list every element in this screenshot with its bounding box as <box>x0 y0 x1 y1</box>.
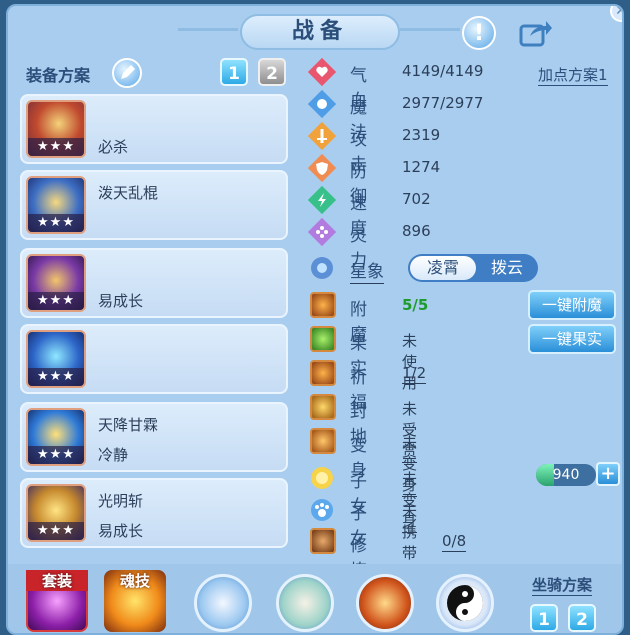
edit-pencil-icon[interactable] <box>112 58 142 88</box>
equipment-slot-4[interactable]: ★★★ <box>20 324 288 394</box>
enchant-icon <box>310 292 336 318</box>
equip-plan-tab-1[interactable]: 1 <box>220 58 248 86</box>
spirit-icon <box>308 218 336 246</box>
attr-value-speed: 702 <box>402 190 431 208</box>
star-rating: ★★★ <box>28 446 84 464</box>
child-sun-icon <box>311 467 333 489</box>
mount-plan-tab-2[interactable]: 2 <box>568 604 596 632</box>
child-energy-value: 940 <box>552 467 580 483</box>
equipment-slot-1[interactable]: ★★★ 必杀 <box>20 94 288 164</box>
star-rating: ★★★ <box>28 368 84 386</box>
feature-value-enchant: 5/5 <box>402 296 429 314</box>
fist-skill-icon[interactable] <box>194 574 252 632</box>
help-icon[interactable]: ! <box>462 16 496 50</box>
battle-prep-panel: 战备 ! ✕ 装备方案 1 2 ★★★ 必杀 ★★★ 泼天乱棍 ★★★ 易成长 … <box>6 4 624 635</box>
equipment-plan-label: 装备方案 <box>26 66 91 85</box>
close-icon[interactable]: ✕ <box>610 6 622 22</box>
attr-value-mp: 2977/2977 <box>402 94 484 112</box>
star-sign-toggle[interactable]: 凌霄 拨云 <box>408 254 538 282</box>
add-point-plan-link[interactable]: 加点方案1 <box>538 64 608 86</box>
equipment-attr-3: 易成长 <box>98 292 144 310</box>
equip-plan-tab-2[interactable]: 2 <box>258 58 286 86</box>
one-click-enchant-button[interactable]: 一键附魔 <box>528 290 616 320</box>
tower-skill-icon[interactable] <box>356 574 414 632</box>
yin-yang-skill-icon[interactable] <box>436 574 494 632</box>
star-rating: ★★★ <box>28 522 84 540</box>
equipment-icon-2: ★★★ <box>26 176 86 234</box>
equipment-slot-2[interactable]: ★★★ 泼天乱棍 <box>20 170 288 240</box>
star-sign-icon <box>311 257 333 279</box>
mount-plan-tab-1[interactable]: 1 <box>530 604 558 632</box>
equipment-icon-6: ★★★ <box>26 484 86 542</box>
equipment-attr-5: 冷静 <box>98 446 129 464</box>
feature-value-cultivation[interactable]: 0/8 <box>442 532 467 552</box>
equipment-icon-4: ★★★ <box>26 330 86 388</box>
transform-icon <box>310 428 336 454</box>
equipment-slot-3[interactable]: ★★★ 易成长 <box>20 248 288 318</box>
heart-icon <box>308 58 336 86</box>
feature-value-blessing[interactable]: 1/2 <box>402 364 427 384</box>
panel-title: 战备 <box>240 14 400 50</box>
suit-label: 套装 <box>26 570 88 591</box>
fief-icon <box>310 394 336 420</box>
equipment-slot-6[interactable]: ★★★ 光明斩 易成长 <box>20 478 288 548</box>
mount-plan-label[interactable]: 坐骑方案 <box>532 574 593 596</box>
feature-value-child-2[interactable]: 未携带 <box>402 500 418 565</box>
equipment-attr-6: 易成长 <box>98 522 144 540</box>
paw-icon <box>311 499 333 521</box>
attr-value-defense: 1274 <box>402 158 441 176</box>
cultivation-icon <box>310 528 336 554</box>
equipment-icon-1: ★★★ <box>26 100 86 158</box>
equipment-slot-5[interactable]: ★★★ 天降甘霖 冷静 <box>20 402 288 472</box>
attr-value-spirit: 896 <box>402 222 431 240</box>
one-click-fruit-button[interactable]: 一键果实 <box>528 324 616 354</box>
lightning-icon <box>308 186 336 214</box>
child-energy-plus-button[interactable]: + <box>596 462 620 486</box>
star-sign-option-active[interactable]: 凌霄 <box>410 256 476 280</box>
star-sign-label[interactable]: 星象 <box>350 257 384 284</box>
title-ornament-right <box>400 28 460 31</box>
equipment-icon-5: ★★★ <box>26 408 86 466</box>
equipment-attr-1: 必杀 <box>98 138 129 156</box>
equipment-title-2: 泼天乱棍 <box>98 184 159 202</box>
equipment-title-5: 天降甘霖 <box>98 416 159 434</box>
mana-icon <box>308 90 336 118</box>
soul-label: 魂技 <box>119 572 150 590</box>
blessing-icon <box>310 360 336 386</box>
suit-skill-icon[interactable]: 套装 <box>26 570 88 632</box>
soul-skill-icon[interactable]: 魂技 <box>104 570 166 632</box>
equipment-title-6: 光明斩 <box>98 492 144 510</box>
star-sign-option-inactive[interactable]: 拨云 <box>478 256 536 280</box>
title-ornament-left <box>178 28 238 31</box>
fruit-icon <box>310 326 336 352</box>
star-sign-row: 星象 凌霄 拨云 <box>308 254 608 284</box>
equipment-icon-3: ★★★ <box>26 254 86 312</box>
attr-value-attack: 2319 <box>402 126 441 144</box>
star-rating: ★★★ <box>28 138 84 156</box>
share-icon[interactable] <box>518 18 552 48</box>
shield-icon <box>308 154 336 182</box>
map-skill-icon[interactable] <box>276 574 334 632</box>
attr-value-hp: 4149/4149 <box>402 62 484 80</box>
star-rating: ★★★ <box>28 214 84 232</box>
sword-icon <box>308 122 336 150</box>
star-rating: ★★★ <box>28 292 84 310</box>
child-energy-bar: 940 <box>536 464 596 486</box>
